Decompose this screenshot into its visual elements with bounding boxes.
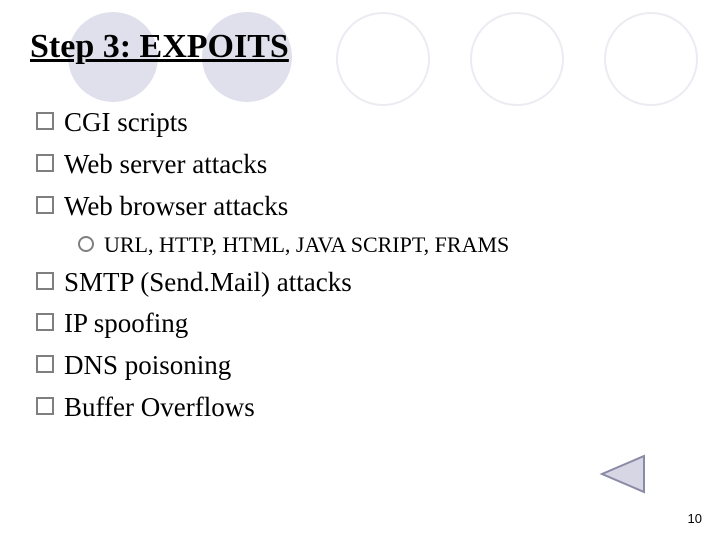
square-bullet-icon xyxy=(36,355,54,373)
square-bullet-icon xyxy=(36,397,54,415)
bullet-item: Buffer Overflows xyxy=(36,387,680,429)
bullet-item: Web server attacks xyxy=(36,144,680,186)
square-bullet-icon xyxy=(36,112,54,130)
bullet-text: IP spoofing xyxy=(64,303,188,345)
page-number: 10 xyxy=(688,511,702,526)
bullet-text: URL, HTTP, HTML, JAVA SCRIPT, FRAMS xyxy=(104,228,509,262)
bullet-text: Buffer Overflows xyxy=(64,387,255,429)
bullet-text: SMTP (Send.Mail) attacks xyxy=(64,262,352,304)
circle-bullet-icon xyxy=(78,236,94,252)
bullet-list: CGI scripts Web server attacks Web brows… xyxy=(36,102,680,429)
bullet-text: DNS poisoning xyxy=(64,345,231,387)
square-bullet-icon xyxy=(36,272,54,290)
square-bullet-icon xyxy=(36,313,54,331)
square-bullet-icon xyxy=(36,154,54,172)
bullet-item: CGI scripts xyxy=(36,102,680,144)
bullet-text: Web server attacks xyxy=(64,144,267,186)
bullet-item: Web browser attacks xyxy=(36,186,680,228)
bullet-text: CGI scripts xyxy=(64,102,188,144)
square-bullet-icon xyxy=(36,196,54,214)
bullet-text: Web browser attacks xyxy=(64,186,288,228)
nav-back-button[interactable] xyxy=(594,452,650,496)
bullet-item: IP spoofing xyxy=(36,303,680,345)
sub-bullet-item: URL, HTTP, HTML, JAVA SCRIPT, FRAMS xyxy=(78,228,680,262)
triangle-left-icon xyxy=(594,452,650,496)
bullet-item: SMTP (Send.Mail) attacks xyxy=(36,262,680,304)
bullet-item: DNS poisoning xyxy=(36,345,680,387)
slide-title: Step 3: EXPOITS xyxy=(30,28,680,66)
